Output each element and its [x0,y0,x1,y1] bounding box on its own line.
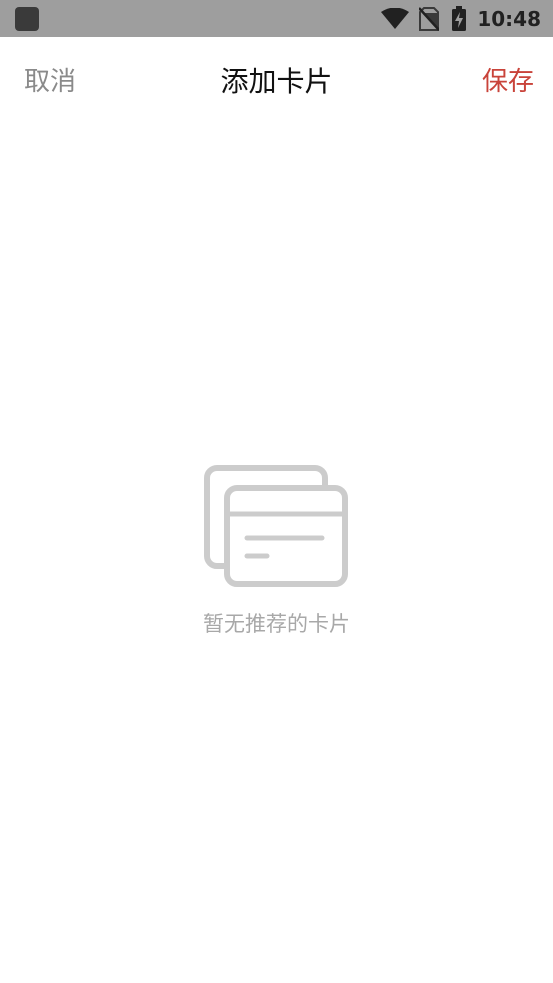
cards-icon [204,465,348,587]
nav-bar: 取消 添加卡片 保存 [0,37,553,119]
app-notification-icon [15,7,39,31]
empty-state [200,462,352,594]
battery-charging-icon [452,5,467,31]
status-bar: 10:48 [0,0,553,37]
no-sim-icon [419,6,440,31]
page-title: 添加卡片 [220,65,333,98]
wifi-icon [381,7,410,29]
status-time: 10:48 [477,6,541,31]
save-button[interactable]: 保存 [482,61,534,98]
status-icons: 10:48 [381,0,541,37]
empty-message: 暂无推荐的卡片 [203,612,350,636]
